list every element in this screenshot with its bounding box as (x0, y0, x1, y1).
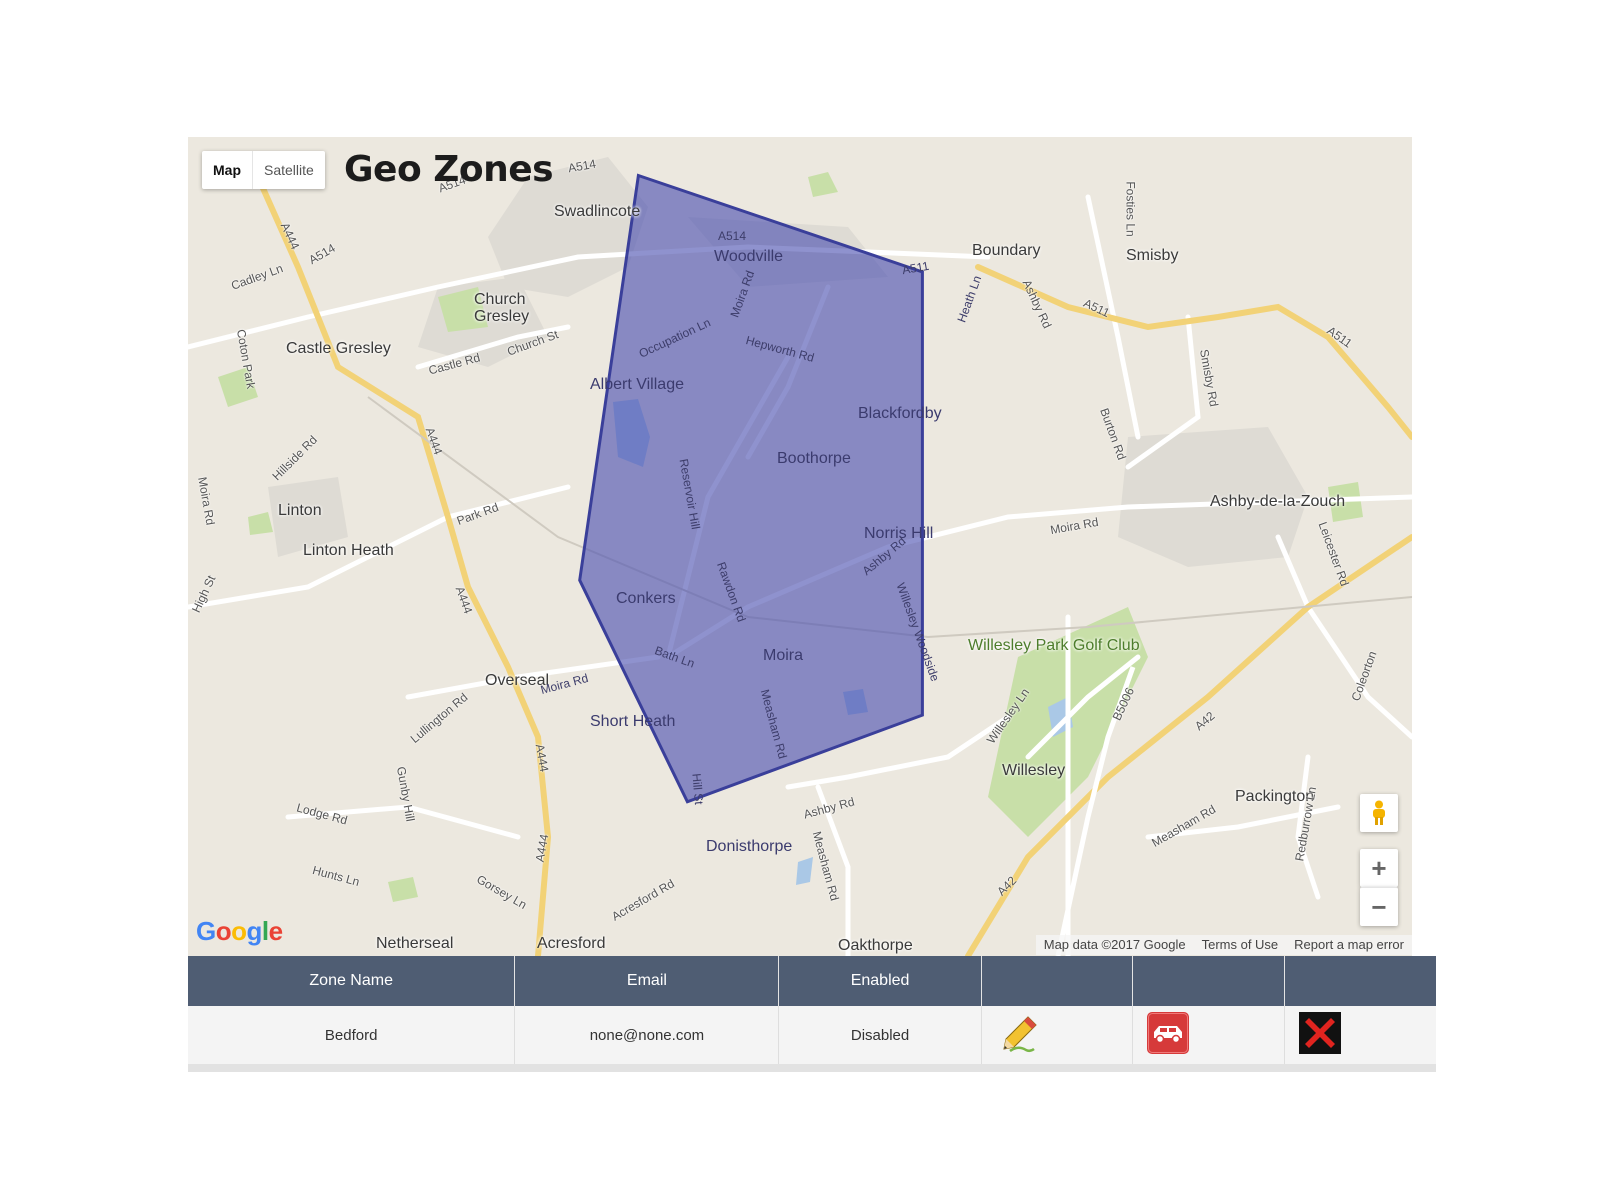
place-label: Ashby-de-la-Zouch (1210, 493, 1346, 510)
delete-cell (1284, 1006, 1436, 1072)
map-attribution: Map data ©2017 Google Terms of Use Repor… (1035, 935, 1412, 955)
map-type-satellite-button[interactable]: Satellite (253, 151, 325, 189)
place-label: Moira (763, 647, 804, 664)
place-label: Linton (278, 502, 322, 519)
terms-of-use-link[interactable]: Terms of Use (1194, 935, 1287, 955)
vehicles-cell (1132, 1006, 1285, 1072)
place-label: Oakthorpe (838, 937, 913, 954)
edit-cell (981, 1006, 1134, 1072)
place-label: Willesley Park Golf Club (968, 637, 1140, 654)
place-label: Castle Gresley (286, 340, 391, 357)
geo-zones-table: Zone Name Email Enabled Bedford none@non… (188, 956, 1436, 1072)
email-cell: none@none.com (514, 1006, 780, 1072)
place-label: Acresford (537, 935, 606, 952)
place-label: Netherseal (376, 935, 454, 952)
column-header-delete (1284, 956, 1436, 1006)
report-map-error-link[interactable]: Report a map error (1286, 935, 1412, 955)
table-header-row: Zone Name Email Enabled (188, 956, 1436, 1006)
road-label: A514 (718, 229, 747, 243)
street-view-control[interactable] (1360, 794, 1398, 832)
map-view[interactable]: Swadlincote Woodville Boundary Smisby Ch… (188, 137, 1412, 956)
column-header-zone-name[interactable]: Zone Name (188, 956, 516, 1006)
place-label: Church Gresley (474, 291, 530, 325)
place-label: Linton Heath (303, 542, 394, 559)
place-label: Boothorpe (777, 450, 851, 467)
place-label: Swadlincote (554, 203, 641, 220)
vehicle-car-icon[interactable] (1147, 1012, 1190, 1058)
page-title: Geo Zones (344, 149, 554, 190)
pegman-icon (1373, 800, 1385, 825)
place-label: Smisby (1126, 247, 1179, 264)
road-label: Fosties Ln (1123, 181, 1138, 237)
geo-zone-polygon[interactable] (578, 173, 924, 804)
zone-name-cell: Bedford (188, 1006, 516, 1072)
place-label: Blackfordby (858, 405, 942, 422)
road-label: Hill St (689, 772, 707, 806)
edit-pencil-icon[interactable] (1000, 1013, 1040, 1057)
place-label: Boundary (972, 242, 1041, 259)
place-label: Albert Village (590, 376, 684, 393)
map-data-credit: Map data ©2017 Google (1043, 937, 1186, 952)
map-type-map-button[interactable]: Map (202, 151, 253, 189)
zoom-in-button[interactable]: + (1360, 849, 1398, 887)
column-header-vehicles (1132, 956, 1285, 1006)
place-label: Donisthorpe (706, 838, 793, 855)
delete-x-icon[interactable] (1298, 1012, 1341, 1058)
place-label: Conkers (616, 590, 676, 607)
enabled-cell: Disabled (778, 1006, 982, 1072)
table-row: Bedford none@none.com Disabled (188, 1006, 1436, 1072)
column-header-enabled[interactable]: Enabled (778, 956, 982, 1006)
place-label: Woodville (714, 248, 784, 265)
google-logo: Google (196, 916, 283, 946)
place-label: Willesley (1002, 762, 1066, 779)
column-header-email[interactable]: Email (514, 956, 780, 1006)
column-header-edit (981, 956, 1134, 1006)
map-type-control: Map Satellite (202, 151, 325, 189)
zoom-out-button[interactable]: − (1360, 887, 1398, 926)
place-label: Short Heath (590, 713, 676, 730)
